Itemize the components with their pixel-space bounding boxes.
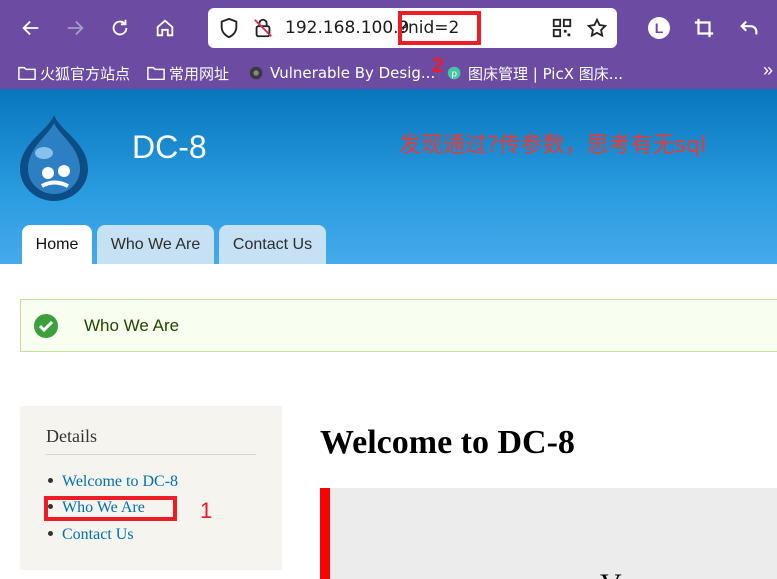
status-text: Who We Are xyxy=(84,316,180,335)
tab-contact-us[interactable]: Contact Us xyxy=(219,225,326,264)
picx-favicon-icon: p xyxy=(447,66,461,80)
back-button[interactable] xyxy=(16,10,46,46)
tab-who-we-are[interactable]: Who We Are xyxy=(97,225,214,264)
tab-home[interactable]: Home xyxy=(22,225,92,264)
annotation-note: 发现通过?传参数，思考有无sql xyxy=(399,133,707,158)
drupal-logo-icon[interactable] xyxy=(14,113,94,201)
star-icon[interactable] xyxy=(586,17,608,39)
page-title: Welcome to DC-8 xyxy=(320,424,575,461)
reload-button[interactable] xyxy=(105,10,135,46)
bookmark-label: 火狐官方站点 xyxy=(40,64,131,83)
check-circle-icon xyxy=(34,314,58,338)
sidebar-details-block: Details Welcome to DC-8 Who We Are Conta… xyxy=(20,406,282,570)
home-button[interactable] xyxy=(150,10,180,46)
bookmark-label: 常用网址 xyxy=(169,64,230,83)
undo-button[interactable] xyxy=(734,10,764,46)
sidebar-item-welcome[interactable]: Welcome to DC-8 xyxy=(48,473,178,491)
arrow-left-icon xyxy=(22,20,39,36)
bookmark-vulnhub[interactable]: Vulnerable By Desig... xyxy=(248,62,435,84)
bullet xyxy=(48,477,53,483)
annotation-number-1: 1 xyxy=(200,498,213,523)
bookmark-label: 图床管理 | PicX 图床... xyxy=(468,64,624,83)
folder-icon xyxy=(18,66,36,81)
browser-toolbar: 192.168.100.9 ?nid=2 L xyxy=(0,0,777,56)
undo-arrow-icon xyxy=(740,20,758,35)
address-bar[interactable]: 192.168.100.9 ?nid=2 xyxy=(208,8,617,48)
vulnhub-favicon-icon xyxy=(249,66,263,80)
bookmark-common[interactable]: 常用网址 xyxy=(147,62,229,84)
reload-icon xyxy=(112,19,128,36)
sidebar-title: Details xyxy=(46,426,97,446)
forward-button[interactable] xyxy=(60,10,90,46)
bullet xyxy=(48,530,53,536)
qr-code-icon[interactable] xyxy=(551,17,573,39)
sidebar-divider xyxy=(46,454,256,455)
screenshot-button[interactable] xyxy=(689,10,719,46)
shield-icon[interactable] xyxy=(218,17,240,39)
sidebar-item-label: Contact Us xyxy=(62,526,134,543)
svg-text:p: p xyxy=(451,70,457,80)
url-host: 192.168.100.9 xyxy=(285,18,410,38)
bookmark-picx[interactable]: p 图床管理 | PicX 图床... xyxy=(446,62,623,84)
bookmarks-overflow-chevron[interactable]: » xyxy=(763,60,773,81)
bookmark-label: Vulnerable By Desig... xyxy=(270,64,436,82)
sidebar-item-label: Welcome to DC-8 xyxy=(62,473,179,490)
site-header: DC-8 发现通过?传参数，思考有无sql Home Who We Are Co… xyxy=(0,89,777,264)
menu-item-highlight xyxy=(44,496,177,521)
annotation-number-2: 2 xyxy=(432,54,444,77)
home-icon xyxy=(156,19,174,37)
site-name[interactable]: DC-8 xyxy=(132,129,207,166)
crop-icon xyxy=(694,18,714,38)
content-text-partial: V xyxy=(600,568,622,579)
folder-icon xyxy=(147,66,165,81)
arrow-right-icon xyxy=(67,20,84,36)
content-body: V xyxy=(320,488,777,579)
bookmark-firefox[interactable]: 火狐官方站点 xyxy=(18,62,130,84)
status-message: Who We Are xyxy=(20,299,777,352)
url-query-highlight xyxy=(398,11,481,45)
account-avatar[interactable]: L xyxy=(648,17,670,39)
bookmarks-bar: 火狐官方站点 常用网址 Vulnerable By Desig... p 图床管… xyxy=(0,56,777,89)
insecure-lock-icon[interactable] xyxy=(252,17,274,39)
sidebar-item-contact-us[interactable]: Contact Us xyxy=(48,526,134,544)
